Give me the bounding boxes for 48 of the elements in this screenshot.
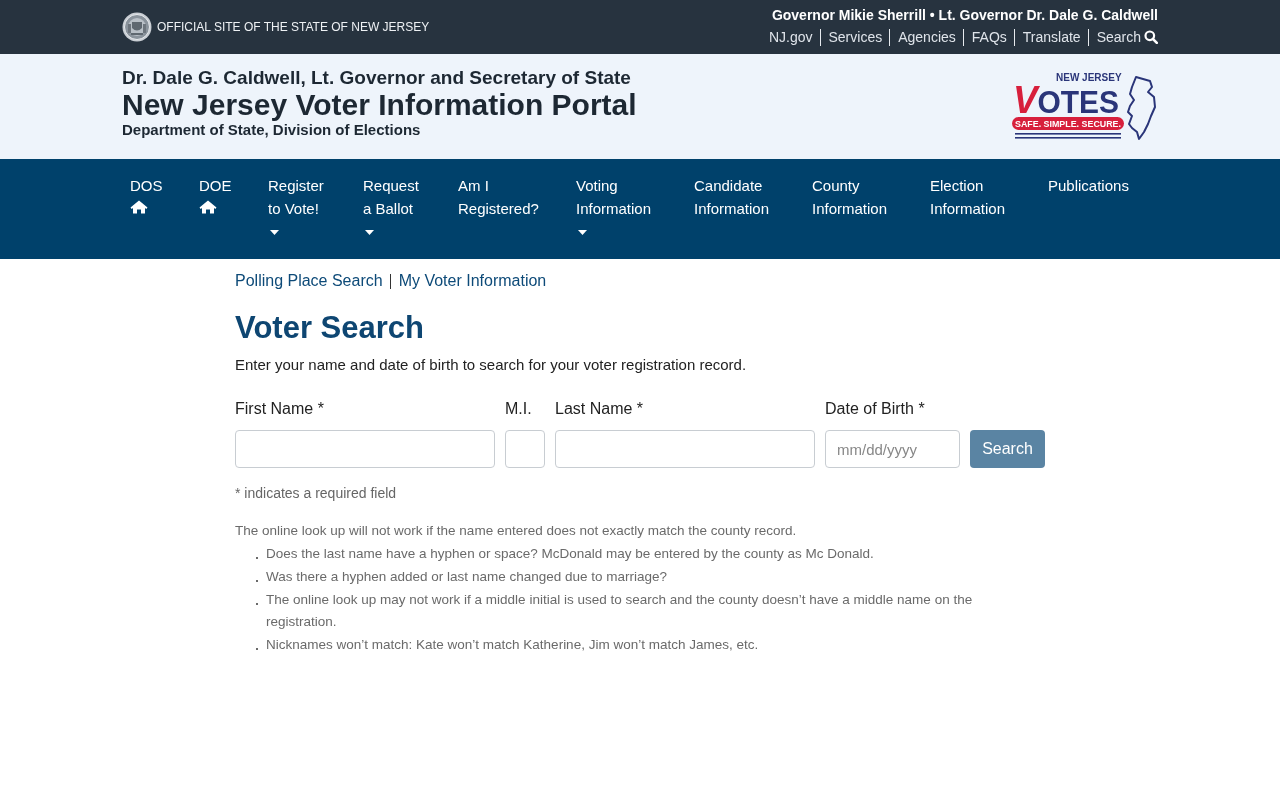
input-field[interactable] [555, 430, 815, 468]
nav-link[interactable]: Voting Information [576, 174, 666, 235]
field-label: Date of Birth * [825, 399, 925, 419]
nav-link[interactable]: DOS [130, 174, 163, 214]
caret-icon [365, 230, 374, 235]
votes-logo: NEW JERSEY VOTES SAFE. SIMPLE. SECURE. [1012, 68, 1158, 142]
seal-icon [122, 12, 152, 42]
top-link[interactable]: FAQs [971, 28, 1007, 46]
secretary-title: Dr. Dale G. Caldwell, Lt. Governor and Secretary of State [122, 66, 632, 89]
field-label: Last Name * [555, 399, 644, 419]
field-label: First Name * [235, 399, 324, 419]
department-text: Department of State, Division of Elections [122, 121, 422, 138]
top-link[interactable]: Agencies [898, 28, 956, 46]
input-field[interactable] [505, 430, 545, 468]
nav-link[interactable]: Election Information [930, 174, 1020, 220]
home-icon [130, 200, 148, 214]
field-label: M.I. [505, 399, 532, 419]
top-link[interactable]: NJ.gov [768, 28, 813, 46]
help-item-text: Does the last name have a hyphen or space? McDonald may be entered by the county as Mc Donald. [266, 545, 874, 563]
nav-link[interactable]: Register to Vote! [268, 174, 328, 235]
help-item-text: Was there a hyphen added or last name changed due to marriage? [266, 568, 667, 586]
officials-text: Governor Mikie Sherrill • Lt. Governor Dr. Dale G. Caldwell [771, 6, 1158, 24]
help-item-text: The online look up may not work if a middle initial is used to search and the county doesn’t have a middle name on the registration. [266, 591, 974, 631]
nav-link[interactable]: Am I Registered? [458, 174, 548, 220]
search-button[interactable]: Search [970, 430, 1045, 468]
subnav-link[interactable]: Polling Place Search [235, 270, 383, 292]
home-icon [199, 200, 217, 214]
top-link[interactable]: Services [828, 28, 883, 46]
subnav-link[interactable]: My Voter Information [398, 270, 547, 292]
caret-icon [270, 230, 279, 235]
site-title: New Jersey Voter Information Portal [122, 89, 637, 121]
help-item-text: Nicknames won’t match: Kate won’t match Katherine, Jim won’t match James, etc. [266, 636, 759, 654]
top-link[interactable]: Translate [1022, 28, 1081, 46]
input-field[interactable]: mm/dd/yyyy [825, 430, 960, 468]
search-icon [1144, 30, 1158, 44]
nav-link[interactable]: Request a Ballot [363, 174, 423, 235]
nav-link[interactable]: County Information [812, 174, 902, 220]
nav-link[interactable]: Candidate Information [694, 174, 784, 220]
caret-icon [578, 230, 587, 235]
official-site-label: OFFICIAL SITE OF THE STATE OF NEW JERSEY [157, 20, 430, 34]
nav-link[interactable]: DOE [199, 174, 232, 214]
help-text: The online look up will not work if the name entered does not exactly match the county record. [235, 522, 798, 540]
top-link[interactable]: Search [1096, 28, 1158, 46]
page-title: Voter Search [235, 309, 425, 347]
nav-link[interactable]: Publications [1048, 174, 1129, 197]
intro-text: Enter your name and date of birth to search for your voter registration record. [235, 355, 748, 375]
input-field[interactable] [235, 430, 495, 468]
required-note: * indicates a required field [235, 484, 398, 503]
